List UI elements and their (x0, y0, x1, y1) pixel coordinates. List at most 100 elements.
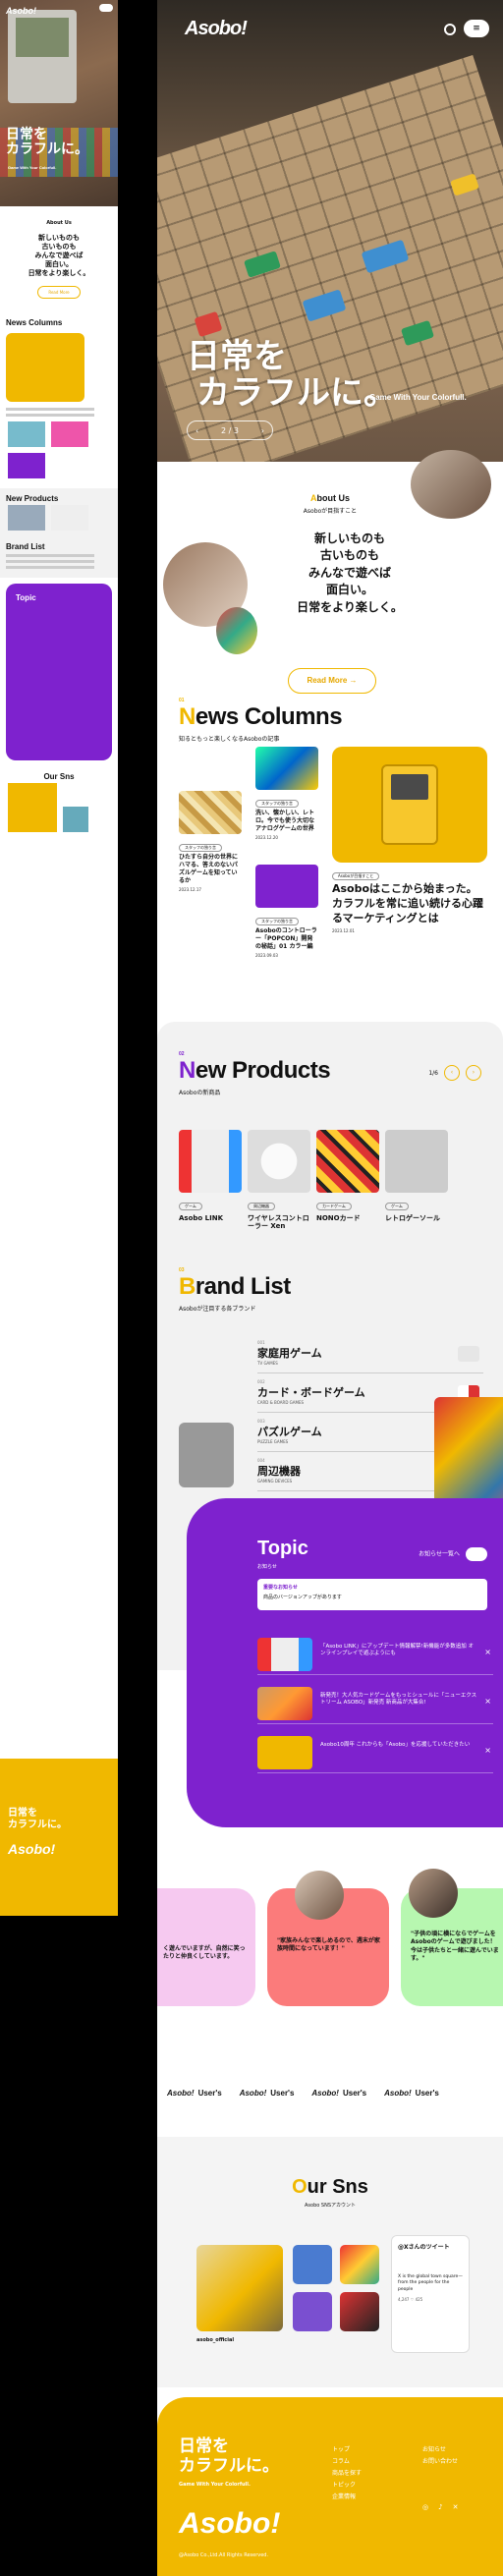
close-icon[interactable]: × (484, 1648, 491, 1656)
news-card-image (255, 865, 318, 908)
mobile-footer-logo: Asobo! (8, 1841, 56, 1857)
footer-nav-link[interactable]: トピック (332, 2480, 362, 2492)
mobile-news-image[interactable] (6, 333, 84, 403)
mobile-product-thumb[interactable] (8, 505, 45, 532)
footer-logo[interactable]: Asobo! (179, 2507, 280, 2541)
mobile-news-thumb[interactable] (50, 421, 88, 448)
about-read-more-button[interactable]: Read More → (288, 668, 376, 694)
products-title: New Products (179, 1057, 331, 1085)
news-header: 01 News Columns 知るともっと楽しくなるAsoboの記事 (179, 698, 343, 743)
x-icon[interactable]: ✕ (453, 2503, 459, 2511)
mobile-news-thumb[interactable] (8, 453, 45, 479)
product-card[interactable]: カードゲーム NONOカード (316, 1130, 379, 1222)
mobile-brand-line (6, 554, 94, 558)
brand-row[interactable]: 001 家庭用ゲーム TV GAMES (257, 1334, 483, 1373)
mobile-hero: Asobo! 日常を カラフルに。 Game With Your Colorfu… (0, 0, 118, 206)
about-label-rest: bout Us (316, 493, 351, 503)
products-next-icon[interactable]: › (466, 1065, 481, 1081)
tiktok-icon[interactable]: ♪ (438, 2503, 442, 2511)
instagram-icon[interactable]: ◎ (422, 2503, 428, 2511)
product-name: NONOカード (316, 1214, 361, 1222)
close-icon[interactable]: × (484, 1746, 491, 1755)
mobile-products: New Products Brand List (0, 488, 118, 579)
mobile-logo[interactable]: Asobo! (6, 6, 36, 16)
news-card-text: Asoboのコントローラー「POPCON」開発の秘話」01 カラー編 (255, 927, 317, 951)
products-prev-icon[interactable]: ‹ (444, 1065, 460, 1081)
voice-text: "子供の頃に横にならでゲームをAsoboのゲームで遊びました！今は子供たちと一緒… (411, 1931, 499, 1963)
footer-nav-link[interactable]: 企業情報 (332, 2492, 362, 2503)
topic-more-label: お知らせ一覧へ (419, 1550, 460, 1558)
close-icon[interactable]: × (484, 1697, 491, 1706)
footer-nav-link[interactable]: お問い合わせ (422, 2456, 458, 2468)
topic-notice[interactable]: 重要なお知らせ 商品のバージョンアップがあります (257, 1579, 487, 1610)
footer-nav-link[interactable]: 商品を探す (332, 2468, 362, 2480)
mobile-catch-line2: カラフルに。 (6, 141, 88, 158)
about-label-en: About Us (157, 493, 503, 503)
pager-prev-icon[interactable]: ‹ (196, 426, 198, 435)
news-card[interactable]: スタッフの独り言 Asoboのコントローラー「POPCON」開発の秘話」01 カ… (255, 865, 318, 958)
mobile-sns-thumb[interactable] (8, 783, 57, 833)
about-message-line: 日常をより楽しく。 (297, 599, 403, 614)
products-header: 02 New Products Asoboの新商品 (179, 1051, 331, 1096)
mobile-product-thumb[interactable] (50, 505, 88, 532)
topic-more-link[interactable]: お知らせ一覧へ (419, 1547, 487, 1561)
mobile-news-line (6, 408, 94, 412)
sns-title-accent: O (292, 2176, 307, 2198)
mobile-news: News Columns (0, 312, 118, 488)
voice-avatar (409, 1869, 458, 1918)
sns-post-image[interactable] (196, 2245, 283, 2331)
topic-item[interactable]: Asobo10周年 これからも「Asobo」を応援していただきたい × (257, 1734, 493, 1773)
footer-nav-secondary: お知らせ お問い合わせ (422, 2444, 458, 2468)
mobile-brand-line (6, 560, 94, 564)
topic-item[interactable]: 新発売！大人気カードゲームをもっとシュールに「ニューエクストリーム ASOBO」… (257, 1685, 493, 1724)
news-section: 01 News Columns 知るともっと楽しくなるAsoboの記事 スタッフ… (157, 698, 503, 1022)
product-card[interactable]: 周辺機器 ワイヤレスコントローラー Xen (248, 1130, 310, 1231)
product-card[interactable]: ゲーム レトロゲーソール (385, 1130, 448, 1222)
header-logo[interactable]: Asobo! (185, 18, 248, 40)
brand-list: 03 Brand List Asoboが注目する各ブランド 001 家庭用ゲーム… (179, 1267, 503, 1554)
news-card[interactable]: スタッフの独り言 ひたすら自分の世界にハマる、答えのないパズルゲームを知っている… (179, 791, 242, 892)
menu-button[interactable]: ≡ (464, 20, 489, 37)
search-icon[interactable] (444, 24, 456, 35)
mobile-about: About Us 新しいものも 古いものも みんなで遊べば 面白い。 日常をより… (0, 206, 118, 312)
news-title-rest: ews Columns (195, 703, 343, 730)
products-title-rest: ew Products (195, 1057, 331, 1084)
news-card-featured[interactable]: Asoboが目指すこと Asoboはここから始まった。カラフルを常に追い続ける心… (332, 747, 487, 933)
news-card[interactable]: スタッフの独り言 洗い、懐かしい、レトロ。今でも使う大切なアナログゲームの世界 … (255, 747, 318, 840)
sns-account[interactable]: asobo_official (196, 2337, 234, 2343)
mobile-news-thumb[interactable] (8, 421, 45, 448)
product-name: Asobo LINK (179, 1214, 223, 1222)
topic-item-text: Asobo10周年 これからも「Asobo」を応援していただきたい (320, 1742, 471, 1748)
news-subtitle: 知るともっと楽しくなるAsoboの記事 (179, 736, 280, 743)
news-card-image (255, 747, 318, 790)
product-category: カードゲーム (316, 1203, 352, 1210)
x-embed-card[interactable]: @Xさんのツイート X is the global town square—fr… (391, 2235, 470, 2353)
topic-item-text: 新発売！大人気カードゲームをもっとシュールに「ニューエクストリーム ASOBO」… (320, 1693, 477, 1707)
mobile-read-more-button[interactable]: Read More (37, 286, 81, 300)
product-card[interactable]: ゲーム Asobo LINK (179, 1130, 242, 1222)
footer-nav-link[interactable]: お知らせ (422, 2444, 458, 2456)
sns-post-image[interactable] (340, 2292, 379, 2331)
footer: 日常を カラフルに。 Game With Your Colorfull. Aso… (157, 2397, 503, 2576)
product-category: ゲーム (179, 1203, 202, 1210)
mobile-sns-thumb[interactable] (62, 807, 88, 833)
sns-post-image[interactable] (340, 2245, 379, 2284)
footer-nav-link[interactable]: トップ (332, 2444, 362, 2456)
news-card-image (179, 791, 242, 834)
hero: Asobo! ≡ 日常を カラフルに。 Game With Your Color… (157, 0, 503, 462)
voice-avatar (295, 1871, 344, 1920)
pager-next-icon[interactable]: › (261, 426, 264, 435)
brand-title: Brand List (179, 1273, 503, 1301)
mobile-about-message: 新しいものも 古いものも みんなで遊べば 面白い。 日常をより楽しく。 (28, 234, 90, 278)
mobile-menu-button[interactable] (99, 4, 113, 12)
mobile-topic: Topic (6, 584, 112, 761)
mobile-hero-console-image (8, 10, 77, 103)
mobile-brand-line (6, 566, 94, 570)
topic-item[interactable]: 「Asobo LINK」にアップデート情報解禁!新機能が多数追加 オンラインプレ… (257, 1636, 493, 1675)
marquee-item: Asobo! User's (167, 2089, 222, 2098)
footer-nav-link[interactable]: コラム (332, 2456, 362, 2468)
voice-text: く遊んでいますが、自然に笑ったりと仲良くしています。 (163, 1945, 246, 1961)
sns-post-image[interactable] (293, 2245, 332, 2284)
sns-post-image[interactable] (293, 2292, 332, 2331)
marquee-item: Asobo! User's (240, 2089, 295, 2098)
